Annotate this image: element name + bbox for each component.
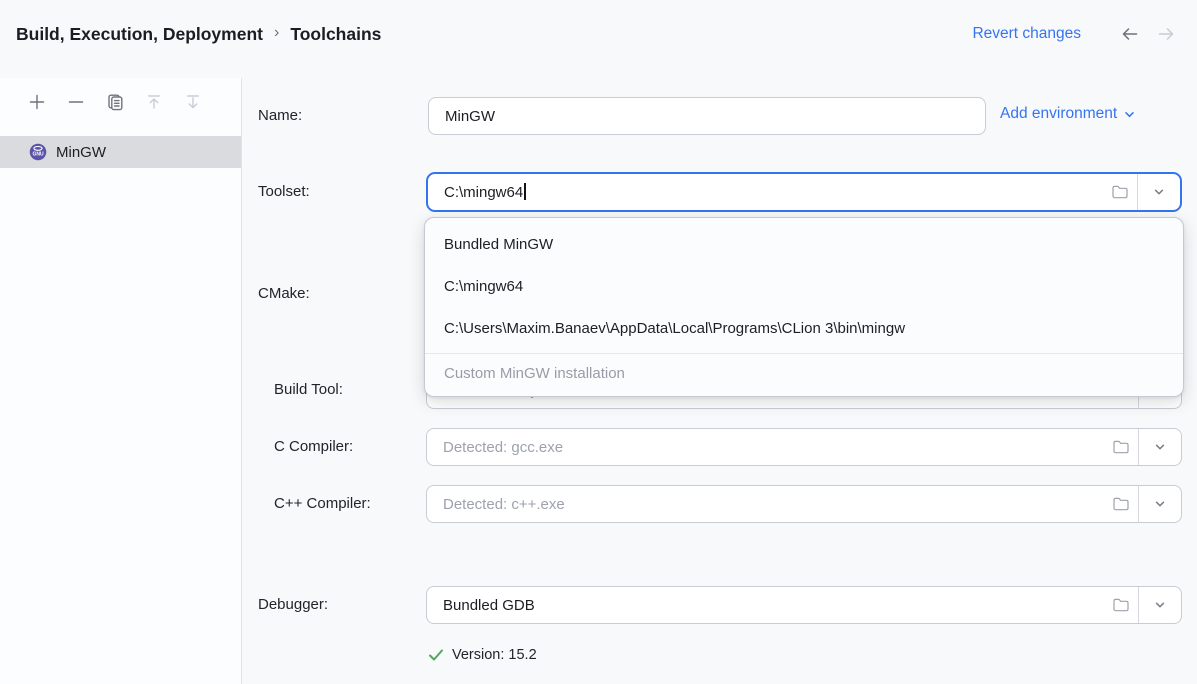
toolset-option-custom-disabled: Custom MinGW installation [425,354,1183,394]
toolchain-form: Name: MinGW Add environment Toolset: C:\… [242,78,1197,684]
debugger-browse-button[interactable] [1104,587,1138,623]
toolset-value: C:\mingw64 [428,183,1103,201]
c-compiler-expand-button[interactable] [1139,429,1181,465]
add-environment-link[interactable]: Add environment [1000,105,1136,123]
add-toolchain-button[interactable] [27,92,47,112]
settings-window: Build, Execution, Deployment › Toolchain… [0,0,1197,684]
cpp-compiler-expand-button[interactable] [1139,486,1181,522]
toolset-expand-button[interactable] [1138,174,1180,210]
c-compiler-label: C Compiler: [274,437,353,457]
list-toolbar [0,78,241,124]
cpp-compiler-browse-button[interactable] [1104,486,1138,522]
header: Build, Execution, Deployment › Toolchain… [0,0,1197,78]
plus-icon [27,92,47,112]
chevron-down-icon [1153,497,1167,511]
c-compiler-field[interactable]: Detected: gcc.exe [426,428,1182,466]
debugger-field[interactable]: Bundled GDB [426,586,1182,624]
duplicate-toolchain-button[interactable] [105,92,125,112]
folder-icon [1112,439,1130,455]
move-up-icon [144,92,164,112]
back-button[interactable] [1119,23,1141,45]
toolchains-list-panel: GNU MinGW [0,78,242,684]
add-environment-label: Add environment [1000,105,1117,123]
move-up-button[interactable] [144,92,164,112]
arrow-right-icon [1156,24,1176,44]
toolset-label: Toolset: [258,182,310,202]
svg-text:GNU: GNU [32,152,44,158]
remove-toolchain-button[interactable] [66,92,86,112]
folder-icon [1112,496,1130,512]
chevron-down-icon [1123,108,1136,121]
debugger-version-status: Version: 15.2 [428,645,537,665]
breadcrumb-parent[interactable]: Build, Execution, Deployment [16,24,263,45]
debugger-label: Debugger: [258,595,328,615]
arrow-left-icon [1120,24,1140,44]
chevron-down-icon [1153,440,1167,454]
chevron-down-icon [1152,185,1166,199]
forward-button[interactable] [1155,23,1177,45]
cpp-compiler-field[interactable]: Detected: c++.exe [426,485,1182,523]
cpp-compiler-label: C++ Compiler: [274,494,371,514]
toolset-option-mingw64[interactable]: C:\mingw64 [425,266,1183,308]
minus-icon [66,92,86,112]
history-nav [1119,23,1177,45]
c-compiler-browse-button[interactable] [1104,429,1138,465]
text-cursor [524,183,526,200]
debugger-value: Bundled GDB [427,597,1104,614]
c-compiler-value: Detected: gcc.exe [427,439,1104,456]
name-value: MinGW [429,108,985,125]
breadcrumb: Build, Execution, Deployment › Toolchain… [16,24,381,45]
toolset-browse-button[interactable] [1103,174,1137,210]
folder-icon [1111,184,1129,200]
checkmark-icon [428,648,444,662]
chevron-down-icon [1153,598,1167,612]
move-down-icon [183,92,203,112]
build-tool-label: Build Tool: [274,380,343,400]
duplicate-icon [105,92,125,112]
breadcrumb-current: Toolchains [290,24,381,45]
cmake-label: CMake: [258,284,310,304]
breadcrumb-separator-icon: › [274,24,279,44]
toolset-option-clion-path[interactable]: C:\Users\Maxim.Banaev\AppData\Local\Prog… [425,308,1183,350]
header-actions: Revert changes [972,23,1181,45]
cpp-compiler-value: Detected: c++.exe [427,496,1104,513]
name-label: Name: [258,106,302,126]
toolset-combobox[interactable]: C:\mingw64 [426,172,1182,212]
folder-icon [1112,597,1130,613]
name-input[interactable]: MinGW [428,97,986,135]
gnu-toolchain-icon: GNU [29,143,47,161]
toolset-dropdown: Bundled MinGW C:\mingw64 C:\Users\Maxim.… [424,217,1184,397]
debugger-version-text: Version: 15.2 [452,647,537,663]
move-down-button[interactable] [183,92,203,112]
toolchain-list-item-mingw[interactable]: GNU MinGW [0,136,241,168]
debugger-expand-button[interactable] [1139,587,1181,623]
revert-changes-link[interactable]: Revert changes [972,25,1081,43]
toolchain-name: MinGW [56,144,106,161]
content: GNU MinGW Name: MinGW Add environment To… [0,78,1197,684]
toolset-option-bundled[interactable]: Bundled MinGW [425,224,1183,266]
